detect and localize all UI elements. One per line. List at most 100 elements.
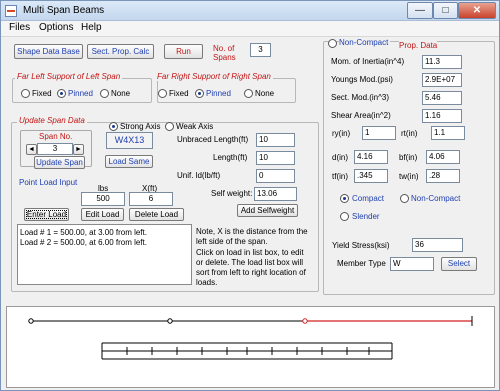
slender-label: Slender [352, 212, 380, 221]
span-no-label: Span No. [39, 132, 73, 141]
unbraced-length-label: Unbraced Length(ft) [177, 135, 249, 144]
select-button[interactable]: Select [441, 257, 477, 271]
enter-load-button[interactable]: Enter Load [24, 208, 69, 221]
tf-label: tf(in) [332, 172, 348, 181]
right-support-title: Far Right Support of Right Span [155, 72, 273, 81]
note-listbox: Click on load in list box, to edit or de… [196, 248, 306, 287]
bf-label: bf(in) [399, 153, 418, 162]
update-span-button[interactable]: Update Span [34, 156, 85, 169]
load-x-input[interactable]: 6 [129, 192, 173, 206]
menu-bar: Files Options Help [1, 21, 499, 37]
right-none-label: None [255, 89, 275, 98]
left-none-label: None [111, 89, 131, 98]
app-icon [5, 5, 17, 17]
load-same-button[interactable]: Load Same [105, 155, 153, 168]
ry-input[interactable]: 1 [362, 126, 396, 140]
left-pinned-label: Pinned [68, 89, 93, 98]
slender-radio[interactable] [340, 212, 349, 221]
support-mid-1 [167, 318, 173, 324]
strong-axis-radio[interactable] [109, 122, 118, 131]
noncompact-top-label: Non-Compact [339, 38, 391, 47]
compact-radio[interactable] [340, 194, 349, 203]
left-fixed-radio[interactable] [21, 89, 30, 98]
selfweight-label: Self weight: [211, 189, 253, 198]
close-button[interactable]: ✕ [458, 2, 496, 19]
sect-prop-calc-button[interactable]: Sect. Prop. Calc [87, 44, 154, 59]
sect-mod-label: Sect. Mod.(in^3) [331, 93, 389, 102]
menu-files[interactable]: Files [9, 22, 30, 33]
length-label: Length(ft) [213, 153, 248, 162]
selfweight-value: 13.06 [254, 187, 297, 201]
weak-axis-radio[interactable] [165, 122, 174, 131]
mom-inertia-input[interactable]: 11.3 [422, 55, 462, 69]
youngs-mod-input[interactable]: 2.9E+07 [422, 73, 462, 87]
minimize-button[interactable]: — [407, 2, 433, 19]
window-title: Multi Span Beams [23, 5, 105, 16]
member-type-label: Member Type [337, 259, 386, 268]
span-next-arrow-icon[interactable]: ► [73, 144, 84, 155]
strong-axis-label: Strong Axis [120, 122, 161, 131]
left-pinned-radio[interactable] [57, 89, 66, 98]
youngs-mod-label: Youngs Mod.(psi) [331, 75, 393, 84]
span-prev-arrow-icon[interactable]: ◄ [26, 144, 37, 155]
add-selfweight-button[interactable]: Add Selfweight [237, 204, 298, 217]
menu-options[interactable]: Options [39, 22, 73, 33]
rt-label: rt(in) [401, 129, 418, 138]
no-of-spans-label: No. of Spans [213, 44, 236, 62]
load-list-item[interactable]: Load # 1 = 500.00, at 3.00 from left. [20, 228, 147, 237]
length-input[interactable]: 10 [256, 151, 295, 165]
unif-load-input[interactable]: 0 [256, 169, 295, 183]
shape-database-button[interactable]: Shape Data Base [14, 44, 83, 59]
right-fixed-label: Fixed [169, 89, 189, 98]
edit-load-button[interactable]: Edit Load [81, 208, 124, 221]
update-span-title: Update Span Data [17, 116, 87, 125]
run-button[interactable]: Run [164, 44, 203, 59]
d-label: d(in) [332, 153, 349, 162]
right-fixed-radio[interactable] [158, 89, 167, 98]
mom-inertia-label: Mom. of Inertia(in^4) [331, 57, 405, 66]
beam-diagram [28, 316, 473, 360]
load-list-item[interactable]: Load # 2 = 500.00, at 6.00 from left. [20, 238, 147, 247]
title-bar: Multi Span Beams — □ ✕ [1, 1, 499, 21]
sect-mod-input[interactable]: 5.46 [422, 91, 462, 105]
load-list-box[interactable]: Load # 1 = 500.00, at 3.00 from left. Lo… [17, 224, 192, 285]
menu-help[interactable]: Help [81, 22, 102, 33]
noncompact-top-radio[interactable] [328, 39, 337, 48]
noncompact-label: Non-Compact [411, 194, 461, 203]
beam-diagram-panel [6, 306, 495, 388]
member-type-input[interactable]: W [390, 257, 434, 271]
yield-stress-label: Yield Stress(ksi) [332, 241, 390, 250]
point-load-title: Point Load Input [19, 178, 78, 187]
left-fixed-label: Fixed [32, 89, 52, 98]
no-of-spans-input[interactable]: 3 [250, 43, 271, 57]
shear-area-input[interactable]: 1.16 [422, 109, 462, 123]
ry-label: ry(in) [332, 129, 351, 138]
tf-input[interactable]: .345 [354, 169, 388, 183]
prop-data-title: Prop. Data [399, 41, 438, 50]
right-pinned-radio[interactable] [195, 89, 204, 98]
maximize-button[interactable]: □ [433, 2, 458, 19]
unbraced-length-input[interactable]: 10 [256, 133, 295, 147]
span-no-value[interactable]: 3 [37, 143, 73, 155]
app-window: Multi Span Beams — □ ✕ Files Options Hel… [0, 0, 500, 391]
rt-input[interactable]: 1.1 [431, 126, 465, 140]
noncompact-radio[interactable] [400, 194, 409, 203]
right-none-radio[interactable] [244, 89, 253, 98]
tw-input[interactable]: .28 [426, 169, 460, 183]
right-pinned-label: Pinned [206, 89, 231, 98]
shape-display: W4X13 [106, 132, 153, 149]
compact-label: Compact [352, 194, 385, 203]
d-input[interactable]: 4.16 [354, 150, 388, 164]
tw-label: tw(in) [399, 172, 419, 181]
yield-stress-input[interactable]: 36 [412, 238, 463, 252]
support-left [28, 318, 34, 324]
weak-axis-label: Weak Axis [176, 122, 214, 131]
note-distance: Note, X is the distance from the left si… [196, 227, 308, 246]
left-support-title: Far Left Support of Left Span [15, 72, 123, 81]
bf-input[interactable]: 4.06 [426, 150, 460, 164]
left-none-radio[interactable] [100, 89, 109, 98]
support-mid-2 [302, 318, 308, 324]
load-lbs-input[interactable]: 500 [81, 192, 125, 206]
delete-load-button[interactable]: Delete Load [129, 208, 184, 221]
unif-load-label: Unif. ld(lb/ft) [177, 171, 221, 180]
